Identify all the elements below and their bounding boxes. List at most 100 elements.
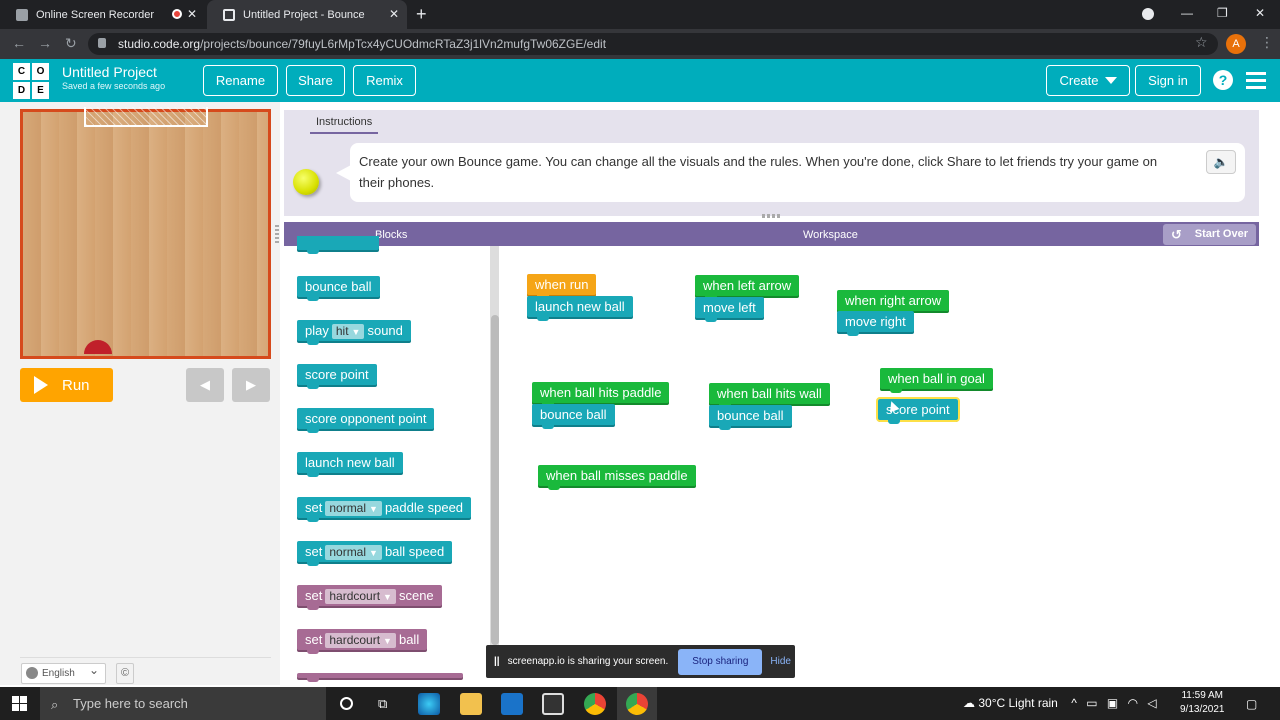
help-icon[interactable]: ? [1213,70,1233,90]
edge-icon[interactable] [418,693,440,715]
toolbox-block-partial[interactable] [297,673,463,682]
taskbar-clock[interactable]: 11:59 AM 9/13/2021 [1180,689,1225,717]
store-icon[interactable] [542,693,564,715]
toolbox-block-partial[interactable] [297,236,379,254]
block-when-left-arrow[interactable]: when left arrow [695,275,800,300]
stop-sharing-button[interactable]: Stop sharing [678,648,763,675]
speed-dropdown[interactable]: normal ▼ [325,501,382,516]
block-launch-new-ball[interactable]: launch new ball [527,296,633,321]
scene-dropdown[interactable]: hardcourt ▼ [325,589,396,604]
block-move-right[interactable]: move right [837,311,914,336]
speed-dropdown[interactable]: normal ▼ [325,545,382,560]
block-when-ball-hits-wall[interactable]: when ball hits wall [709,383,830,408]
profile-avatar[interactable]: A [1226,34,1246,54]
tennis-ball-avatar [293,169,319,195]
windows-start-icon[interactable] [12,696,27,711]
toolbox-block-bounce-ball[interactable]: bounce ball [297,276,380,301]
hide-banner-button[interactable]: Hide [770,656,791,667]
cortana-icon[interactable] [340,697,353,710]
block-text: ball speed [384,544,445,559]
block-text: set [305,632,323,647]
ball-dropdown[interactable]: hardcourt ▼ [325,633,396,648]
share-button[interactable]: Share [286,65,345,96]
volume-icon[interactable]: ◁ [1147,696,1156,710]
hamburger-menu-icon[interactable] [1246,72,1266,93]
block-bounce-ball[interactable]: bounce ball [532,404,615,429]
browser-menu-icon[interactable]: ⋮ [1260,34,1274,51]
file-explorer-icon[interactable] [460,693,482,715]
close-window-icon[interactable]: ✕ [1255,6,1265,20]
notifications-icon[interactable]: ▢ [1246,697,1257,711]
sign-in-button[interactable]: Sign in [1135,65,1201,96]
start-over-button[interactable]: Start Over [1163,224,1256,245]
new-tab-icon[interactable]: + [416,4,427,25]
dropdown-value: normal [329,545,367,559]
block-when-run[interactable]: when run [527,274,597,299]
block-bounce-ball[interactable]: bounce ball [709,405,792,430]
step-back-button[interactable]: ◀ [186,368,224,402]
toolbox-block-set-scene[interactable]: set hardcourt ▼ scene [297,585,442,610]
chrome-icon[interactable] [584,693,606,715]
block-text: paddle speed [384,500,464,515]
copyright-button[interactable]: © [116,663,134,684]
network-icon[interactable]: ◠ [1128,696,1138,710]
game-stage[interactable] [20,109,271,359]
pause-icon: || [494,656,500,667]
resize-handle-icon[interactable] [275,225,279,243]
chrome-profile-icon[interactable] [626,693,648,715]
toolbox-block-launch-new-ball[interactable]: launch new ball [297,452,403,477]
close-tab-icon[interactable]: ✕ [187,7,197,21]
weather-text[interactable]: 30°C Light rain [978,696,1058,710]
task-view-icon[interactable]: ⧉ [378,696,387,712]
bookmark-star-icon[interactable]: ☆ [1195,34,1208,51]
block-text: set [305,588,323,603]
toolbox-block-set-ball[interactable]: set hardcourt ▼ ball [297,629,428,654]
toolbox-scrollbar[interactable] [491,315,499,645]
minimize-icon[interactable]: — [1181,6,1193,20]
url-input[interactable]: studio.code.org/projects/bounce/79fuyL6r… [88,33,1218,55]
remix-button[interactable]: Remix [353,65,416,96]
block-when-ball-hits-paddle[interactable]: when ball hits paddle [532,382,670,407]
create-label: Create [1059,73,1099,88]
clock-date: 9/13/2021 [1180,704,1225,715]
clock-time: 11:59 AM [1181,690,1223,701]
sound-dropdown[interactable]: hit ▼ [331,324,365,339]
forward-icon[interactable]: → [38,35,52,51]
codeorg-logo[interactable]: C O D E [13,63,49,99]
toolbox-block-set-paddle-speed[interactable]: set normal ▼ paddle speed [297,497,472,522]
toolbox-block-score-opponent-point[interactable]: score opponent point [297,408,435,433]
toolbox-block-score-point[interactable]: score point [297,364,377,389]
reload-icon[interactable]: ↻ [65,35,77,52]
block-when-ball-in-goal[interactable]: when ball in goal [880,368,993,393]
maximize-icon[interactable]: ❐ [1217,6,1228,20]
create-dropdown[interactable]: Create [1046,65,1130,96]
block-text: scene [398,588,434,603]
lock-icon[interactable] [98,38,106,48]
meet-icon[interactable]: ▣ [1107,696,1118,710]
step-forward-button[interactable]: ▶ [232,368,270,402]
logo-letter: C [13,63,30,80]
toolbox-block-play-sound[interactable]: play hit ▼ sound [297,320,411,345]
resize-handle-icon[interactable] [762,214,780,218]
tray-chevron-icon[interactable]: ^ [1071,696,1077,710]
block-move-left[interactable]: move left [695,297,764,322]
tab-instructions[interactable]: Instructions [310,110,379,134]
screen-share-banner: || screenapp.io is sharing your screen. … [486,645,795,678]
taskbar-search-input[interactable]: Type here to search [40,687,326,720]
tab-bounce-project[interactable]: Untitled Project - Bounce ✕ [207,0,407,29]
url-path: /projects/bounce/79fuyL6rMpTcx4yCUOdmcRT… [200,37,607,51]
rename-button[interactable]: Rename [203,65,278,96]
back-icon[interactable]: ← [12,35,26,51]
block-text: sound [367,323,403,338]
close-tab-icon[interactable]: ✕ [389,7,399,21]
tab-screen-recorder[interactable]: Online Screen Recorder ✕ [0,0,205,29]
media-icon[interactable] [1142,8,1154,20]
search-icon: ⌕ [51,697,59,712]
text-to-speech-icon[interactable]: 🔈 [1206,150,1236,174]
run-button[interactable]: Run [20,368,113,402]
block-when-right-arrow[interactable]: when right arrow [837,290,950,315]
block-when-ball-misses-paddle[interactable]: when ball misses paddle [538,465,696,490]
toolbox-block-set-ball-speed[interactable]: set normal ▼ ball speed [297,541,453,566]
app-tray-icon[interactable]: ▭ [1086,696,1097,710]
mail-icon[interactable] [501,693,523,715]
